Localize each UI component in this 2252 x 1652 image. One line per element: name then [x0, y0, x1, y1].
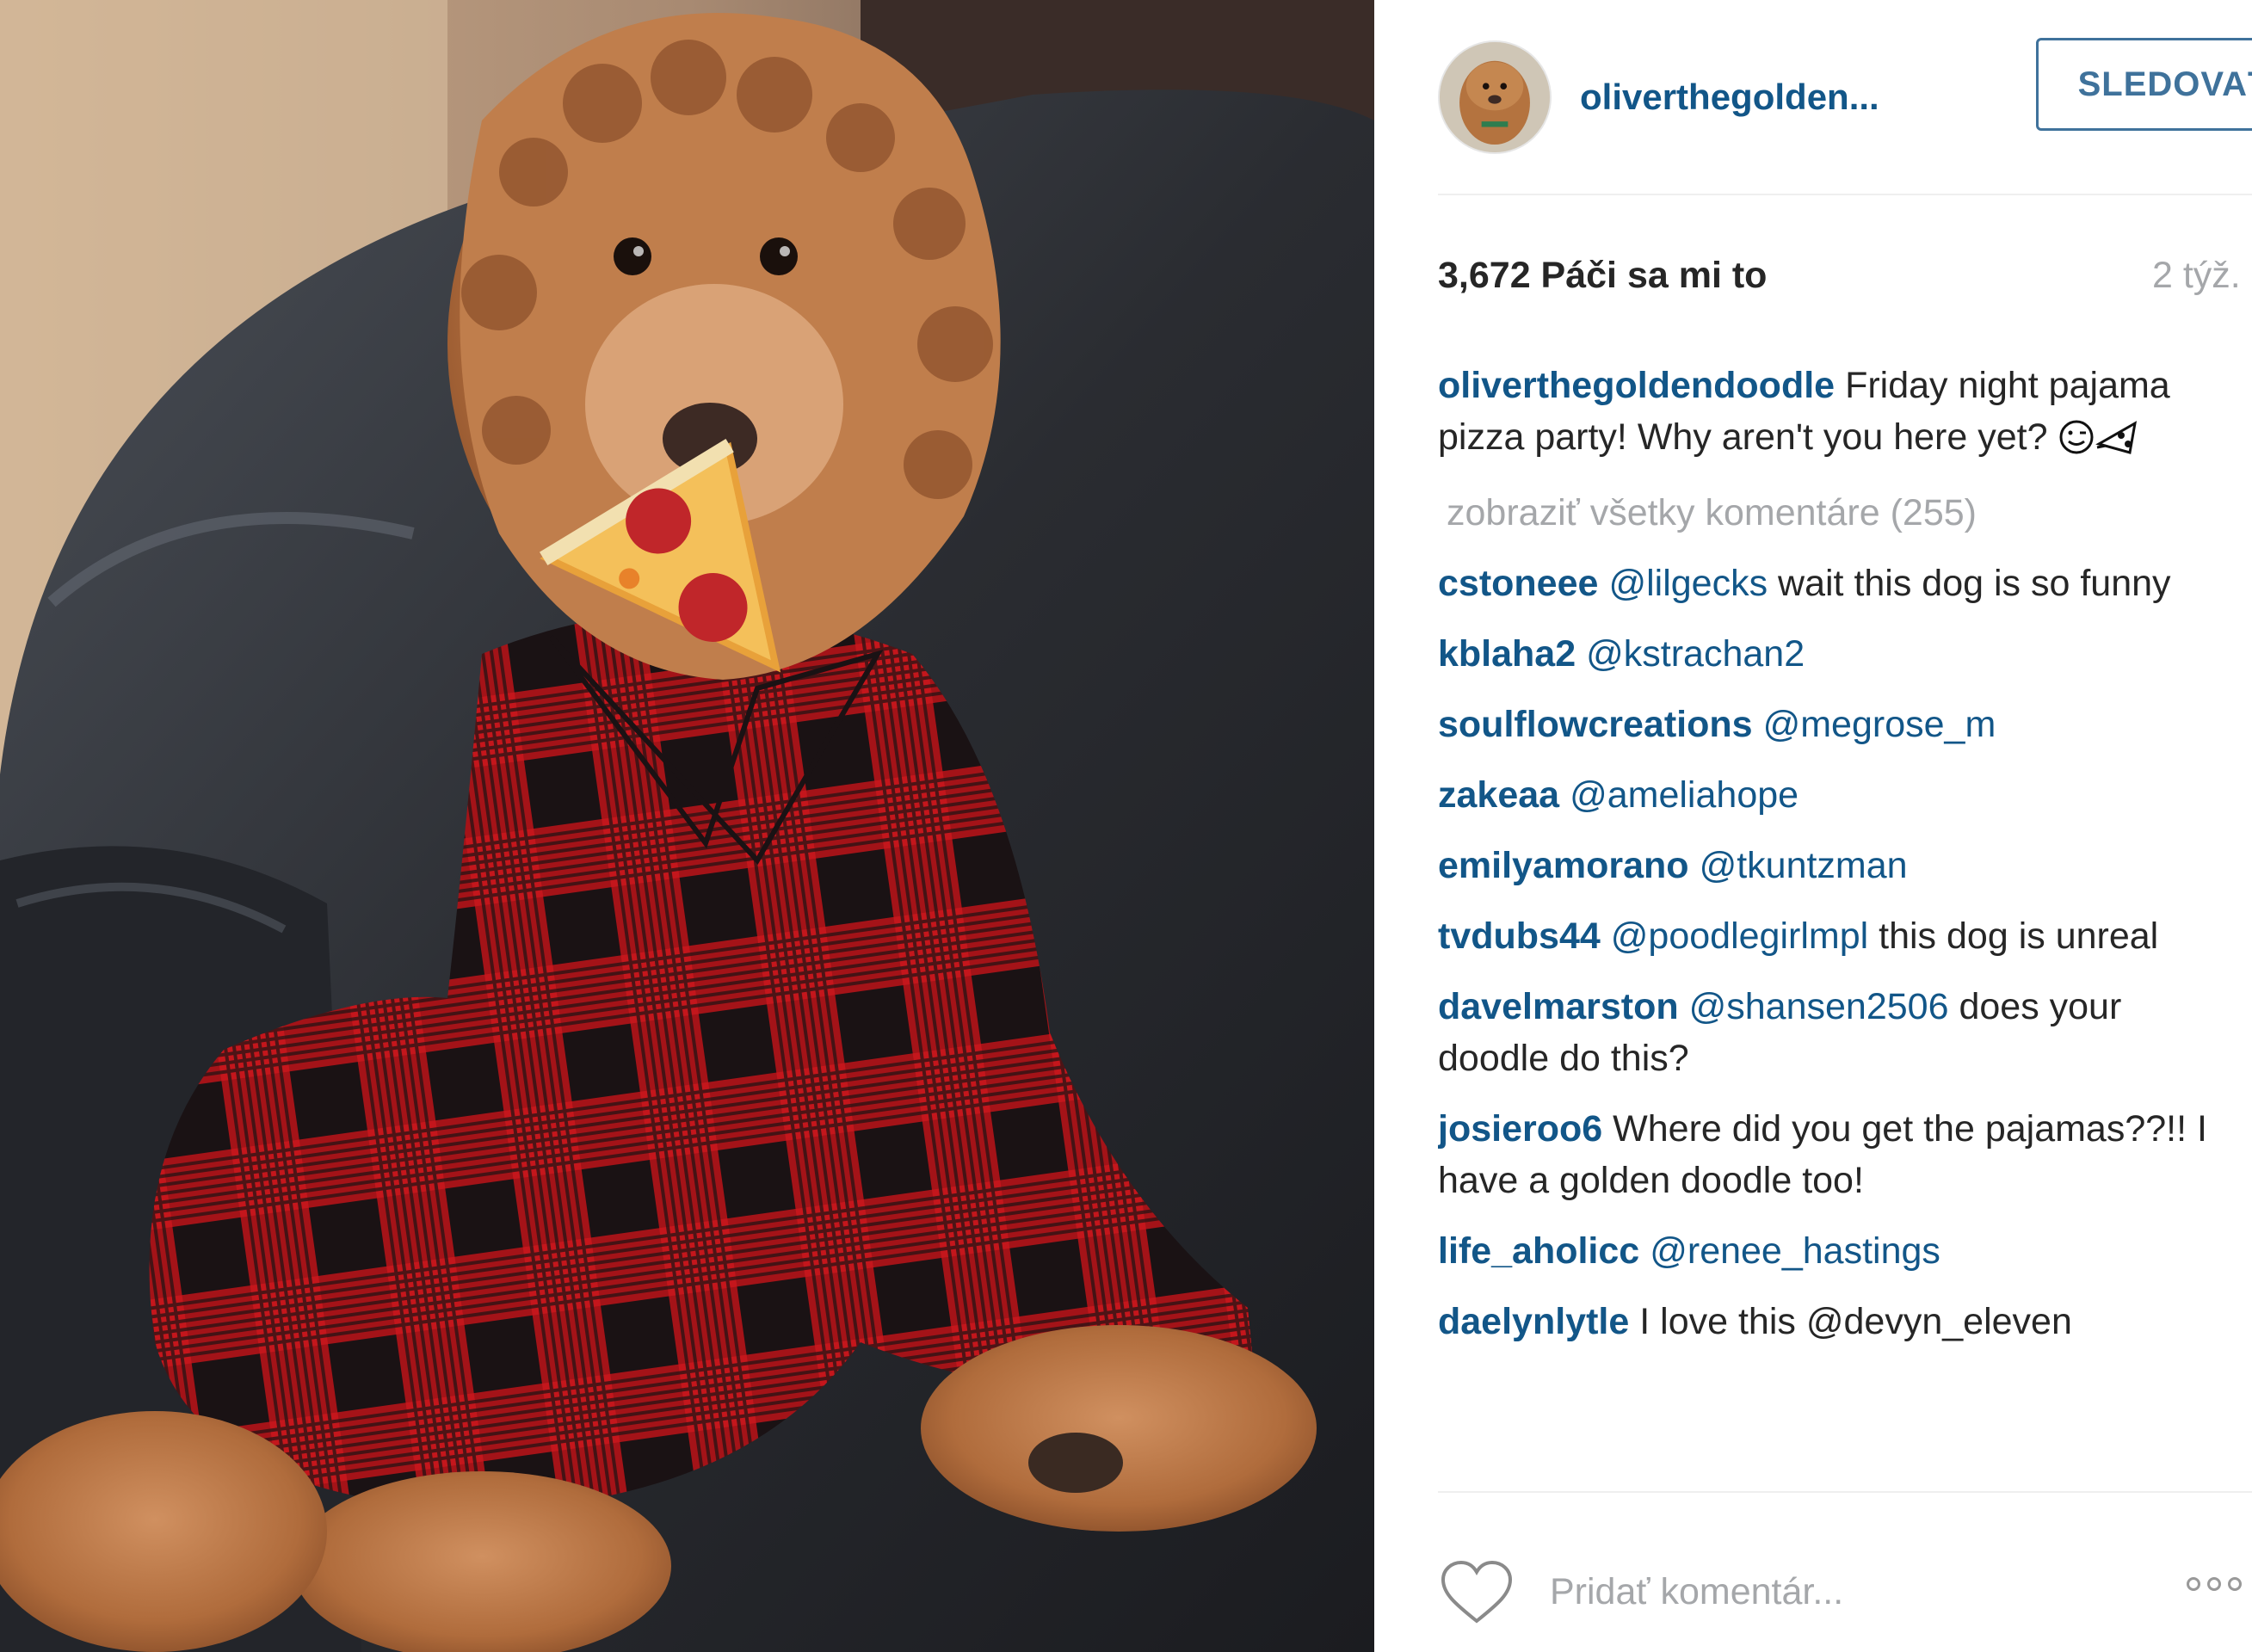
comment-item: josieroo6 Where did you get the pajamas??…: [1438, 1103, 2212, 1206]
caption-username[interactable]: oliverthegoldendoodle: [1438, 365, 1835, 406]
comment-text: I love this @devyn_eleven: [1639, 1301, 2072, 1342]
heart-icon[interactable]: [1438, 1557, 1515, 1626]
avatar[interactable]: [1438, 40, 1552, 154]
wink-emoji-icon: [2059, 420, 2094, 454]
comment-item: tvdubs44 @poodlegirlmpl this dog is unrea…: [1438, 910, 2212, 962]
comment-mention[interactable]: @poodlegirlmpl: [1611, 915, 1868, 957]
comment-username[interactable]: zakeaa: [1438, 774, 1559, 816]
comment-mention[interactable]: @tkuntzman: [1700, 845, 1908, 886]
comment-item: kblaha2 @kstrachan2: [1438, 628, 2212, 680]
comment-mention[interactable]: @kstrachan2: [1586, 633, 1805, 675]
comment-text: this dog is unreal: [1879, 915, 2159, 957]
comment-text: wait this dog is so funny: [1778, 563, 2171, 604]
comment-mention[interactable]: @lilgecks: [1608, 563, 1768, 604]
post-username[interactable]: oliverthegolden...: [1580, 77, 1916, 118]
view-all-comments-link[interactable]: zobraziť všetky komentáre (255): [1438, 487, 2212, 539]
comment-username[interactable]: cstoneee: [1438, 563, 1598, 604]
post-meta: 3,672 Páči sa mi to 2 týž.: [1438, 255, 2252, 306]
comment-item: daelynlytle I love this @devyn_eleven: [1438, 1296, 2212, 1347]
pizza-emoji-icon: [2095, 421, 2138, 454]
comment-mention[interactable]: @renee_hastings: [1650, 1230, 1940, 1272]
more-dot: [2207, 1577, 2221, 1591]
comment-item: life_aholicc @renee_hastings: [1438, 1225, 2212, 1277]
more-dot: [2187, 1577, 2200, 1591]
dog-photo-illustration: [0, 0, 1374, 1652]
divider: [1438, 1491, 2252, 1493]
comment-item: soulflowcreations @megrose_m: [1438, 699, 2212, 750]
comment-composer: [1438, 1553, 2252, 1630]
comment-mention[interactable]: @shansen2506: [1689, 986, 1949, 1027]
comment-username[interactable]: josieroo6: [1438, 1108, 1602, 1150]
comment-username[interactable]: emilyamorano: [1438, 845, 1689, 886]
comment-username[interactable]: daelynlytle: [1438, 1301, 1629, 1342]
post-photo[interactable]: [0, 0, 1374, 1652]
comments-list[interactable]: oliverthegoldendoodle Friday night pajama…: [1438, 360, 2212, 1491]
comment-mention[interactable]: @ameliahope: [1570, 774, 1799, 816]
comment-username[interactable]: soulflowcreations: [1438, 704, 1753, 745]
comment-item: zakeaa @ameliahope: [1438, 769, 2212, 821]
post-caption: oliverthegoldendoodle Friday night pajama…: [1438, 360, 2212, 463]
comment-item: cstoneee @lilgecks wait this dog is so fu…: [1438, 558, 2212, 609]
post-timestamp[interactable]: 2 týž.: [2152, 255, 2241, 297]
add-comment-input[interactable]: [1550, 1570, 2152, 1613]
likes-count[interactable]: 3,672 Páči sa mi to: [1438, 255, 1767, 297]
comment-username[interactable]: kblaha2: [1438, 633, 1576, 675]
comment-username[interactable]: davelmarston: [1438, 986, 1679, 1027]
avatar-dog-icon: [1440, 41, 1550, 152]
comment-mention[interactable]: @megrose_m: [1763, 704, 1996, 745]
divider: [1438, 194, 2252, 195]
more-dot: [2228, 1577, 2242, 1591]
post-header: oliverthegolden... SLEDOVAŤ: [1438, 26, 2252, 168]
comment-item: davelmarston @shansen2506 does your doodl…: [1438, 981, 2212, 1084]
comment-username[interactable]: life_aholicc: [1438, 1230, 1639, 1272]
comment-username[interactable]: tvdubs44: [1438, 915, 1601, 957]
comment-item: emilyamorano @tkuntzman: [1438, 840, 2212, 891]
post-side-panel: oliverthegolden... SLEDOVAŤ 3,672 Páči s…: [1374, 0, 2252, 1652]
more-options-icon[interactable]: [2187, 1577, 2242, 1591]
follow-button[interactable]: SLEDOVAŤ: [2036, 38, 2252, 131]
